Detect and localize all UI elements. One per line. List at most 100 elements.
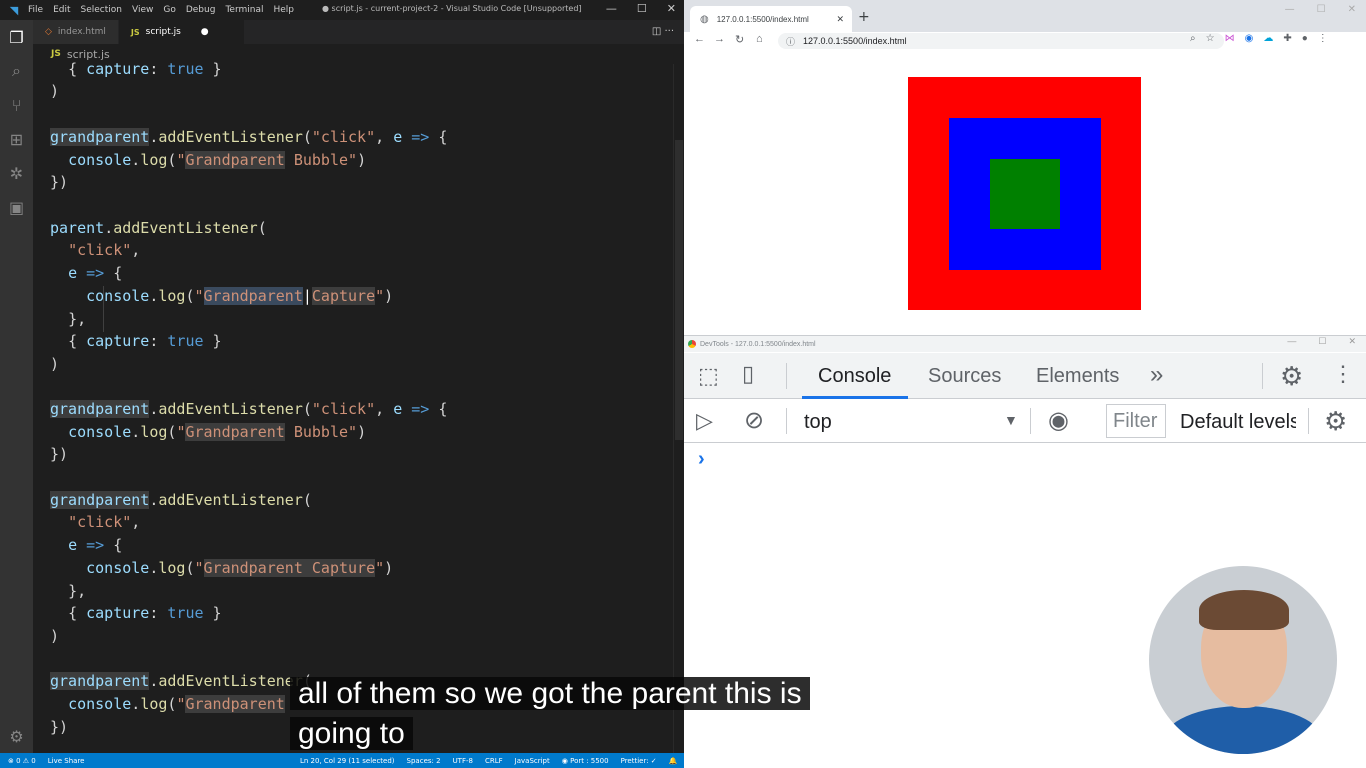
extensions-icon[interactable]: ⊞	[0, 122, 33, 156]
tab-label: script.js	[145, 27, 181, 37]
scrollbar-thumb[interactable]	[675, 140, 683, 440]
problems-indicator[interactable]: ⊗ 0 ⚠ 0	[8, 757, 36, 765]
indentation[interactable]: Spaces: 2	[407, 757, 441, 765]
puzzle-icon[interactable]: ✚	[1283, 33, 1291, 44]
code-line: { capture: true }	[68, 332, 222, 350]
device-toolbar-icon[interactable]: ▯	[742, 361, 754, 387]
encoding[interactable]: UTF-8	[453, 757, 473, 765]
menu-selection[interactable]: Selection	[81, 5, 122, 15]
bell-icon[interactable]: 🔔	[669, 757, 678, 765]
menu-debug[interactable]: Debug	[186, 5, 216, 15]
code-line: console.log("Grandparent Bubble")	[68, 423, 367, 441]
code-line: grandparent.addEventListener(	[50, 672, 312, 690]
code-line: grandparent.addEventListener("click", e …	[50, 128, 448, 146]
maximize-icon[interactable]: ☐	[1318, 336, 1326, 347]
minimize-icon[interactable]: —	[1287, 336, 1296, 347]
devtools-window-controls: — ☐ ✕	[1287, 336, 1356, 347]
back-icon[interactable]: ←	[694, 33, 705, 45]
menu-help[interactable]: Help	[273, 5, 294, 15]
search-icon[interactable]: ⌕	[0, 54, 33, 88]
tab-index-html[interactable]: ◇ index.html	[33, 20, 119, 44]
url-text: 127.0.0.1:5500/index.html	[803, 36, 907, 46]
context-selector[interactable]: top	[804, 411, 832, 434]
code-line: )	[50, 82, 60, 100]
parent-div[interactable]	[949, 118, 1101, 270]
presenter-hair	[1199, 590, 1289, 630]
eye-icon[interactable]: ◉	[1048, 406, 1069, 435]
prettier-status[interactable]: Prettier: ✓	[621, 757, 657, 765]
cursor-position[interactable]: Ln 20, Col 29 (11 selected)	[300, 757, 395, 765]
sidebar-toggle-icon[interactable]: ▷	[696, 408, 713, 434]
more-tabs-icon[interactable]: »	[1150, 361, 1163, 389]
title-bar: ◥ File Edit Selection View Go Debug Terminal He…	[0, 0, 684, 20]
child-div[interactable]	[990, 159, 1060, 229]
remote-explorer-icon[interactable]: ▣	[0, 190, 33, 224]
tab-elements[interactable]: Elements	[1036, 365, 1119, 388]
language-mode[interactable]: JavaScript	[515, 757, 550, 765]
unsaved-dot-icon[interactable]: ●	[201, 27, 209, 37]
extension-icon[interactable]: ◉	[1245, 33, 1254, 44]
chevron-down-icon[interactable]: ▼	[1004, 412, 1018, 428]
explorer-icon[interactable]: ❐	[0, 20, 33, 54]
menu-edit[interactable]: Edit	[53, 5, 70, 15]
status-bar: ⊗ 0 ⚠ 0 Live Share Ln 20, Col 29 (11 sel…	[0, 753, 684, 768]
console-toolbar: ▷ ⊘ top ▼ ◉ Filter Default levels ⚙	[684, 400, 1366, 443]
menu-kebab-icon[interactable]: ⋮	[1318, 33, 1328, 44]
console-prompt[interactable]: ›	[698, 448, 705, 471]
gear-icon[interactable]: ⚙	[0, 719, 33, 753]
tab-console[interactable]: Console	[818, 365, 891, 388]
browser-tab[interactable]: ◍ 127.0.0.1:5500/index.html ✕	[690, 6, 852, 32]
close-tab-icon[interactable]: ✕	[836, 14, 844, 25]
tab-label: index.html	[57, 27, 106, 37]
error-count: 0	[16, 756, 21, 765]
menu-view[interactable]: View	[132, 5, 153, 15]
profile-avatar[interactable]: ●	[1302, 33, 1308, 44]
menu-terminal[interactable]: Terminal	[225, 5, 263, 15]
minimize-icon[interactable]: —	[1285, 4, 1295, 15]
tab-sources[interactable]: Sources	[928, 365, 1001, 388]
gear-icon[interactable]: ⚙	[1280, 361, 1303, 392]
code-line: grandparent.addEventListener("click", e …	[50, 400, 448, 418]
indent-guide	[103, 286, 104, 332]
debug-icon[interactable]: ✲	[0, 156, 33, 190]
bookmark-star-icon[interactable]: ☆	[1206, 33, 1215, 44]
new-tab-icon[interactable]: +	[858, 9, 870, 25]
code-line: e => {	[68, 264, 123, 282]
home-icon[interactable]: ⌂	[756, 33, 763, 45]
reload-icon[interactable]: ↻	[735, 33, 744, 46]
menu-go[interactable]: Go	[163, 5, 175, 15]
maximize-icon[interactable]: ☐	[637, 2, 647, 15]
maximize-icon[interactable]: ☐	[1317, 4, 1326, 15]
log-levels-dropdown[interactable]: Default levels	[1180, 411, 1296, 434]
filter-input[interactable]: Filter	[1106, 404, 1166, 438]
tab-script-js[interactable]: JS script.js ●	[118, 20, 245, 44]
split-editor-icon[interactable]: ◫ ···	[652, 26, 674, 37]
address-bar[interactable]: ⓘ 127.0.0.1:5500/index.html	[778, 33, 1224, 49]
inspect-element-icon[interactable]: ⬚	[698, 363, 719, 389]
grandparent-div[interactable]	[908, 77, 1141, 310]
close-icon[interactable]: ✕	[1348, 336, 1356, 347]
code-line: { capture: true }	[68, 604, 222, 622]
browser-tab-title: 127.0.0.1:5500/index.html	[716, 14, 809, 24]
live-server-port[interactable]: ◉ Port : 5500	[562, 757, 609, 765]
warning-count: 0	[31, 756, 36, 765]
close-icon[interactable]: ✕	[667, 2, 676, 15]
globe-icon: ◍	[700, 13, 709, 25]
clear-console-icon[interactable]: ⊘	[744, 406, 764, 435]
close-icon[interactable]: ✕	[1348, 4, 1356, 15]
extension-icon[interactable]: ⋈	[1225, 33, 1235, 44]
live-share-button[interactable]: Live Share	[48, 757, 85, 765]
source-control-icon[interactable]: ⑂	[0, 88, 33, 122]
code-editor[interactable]: { capture: true } ) grandparent.addEvent…	[33, 58, 673, 753]
forward-icon[interactable]: →	[714, 33, 725, 45]
menu-file[interactable]: File	[28, 5, 43, 15]
minimize-icon[interactable]: —	[606, 2, 617, 15]
extension-icon[interactable]: ☁	[1263, 33, 1273, 44]
chrome-icon	[688, 340, 696, 348]
activity-bar: ❐ ⌕ ⑂ ⊞ ✲ ▣ ⚙	[0, 20, 33, 753]
more-options-icon[interactable]: ⋮	[1332, 361, 1354, 387]
info-icon[interactable]: ⓘ	[786, 35, 795, 48]
gear-icon[interactable]: ⚙	[1324, 406, 1347, 437]
line-ending[interactable]: CRLF	[485, 757, 503, 765]
zoom-icon[interactable]: ⌕	[1190, 33, 1196, 44]
